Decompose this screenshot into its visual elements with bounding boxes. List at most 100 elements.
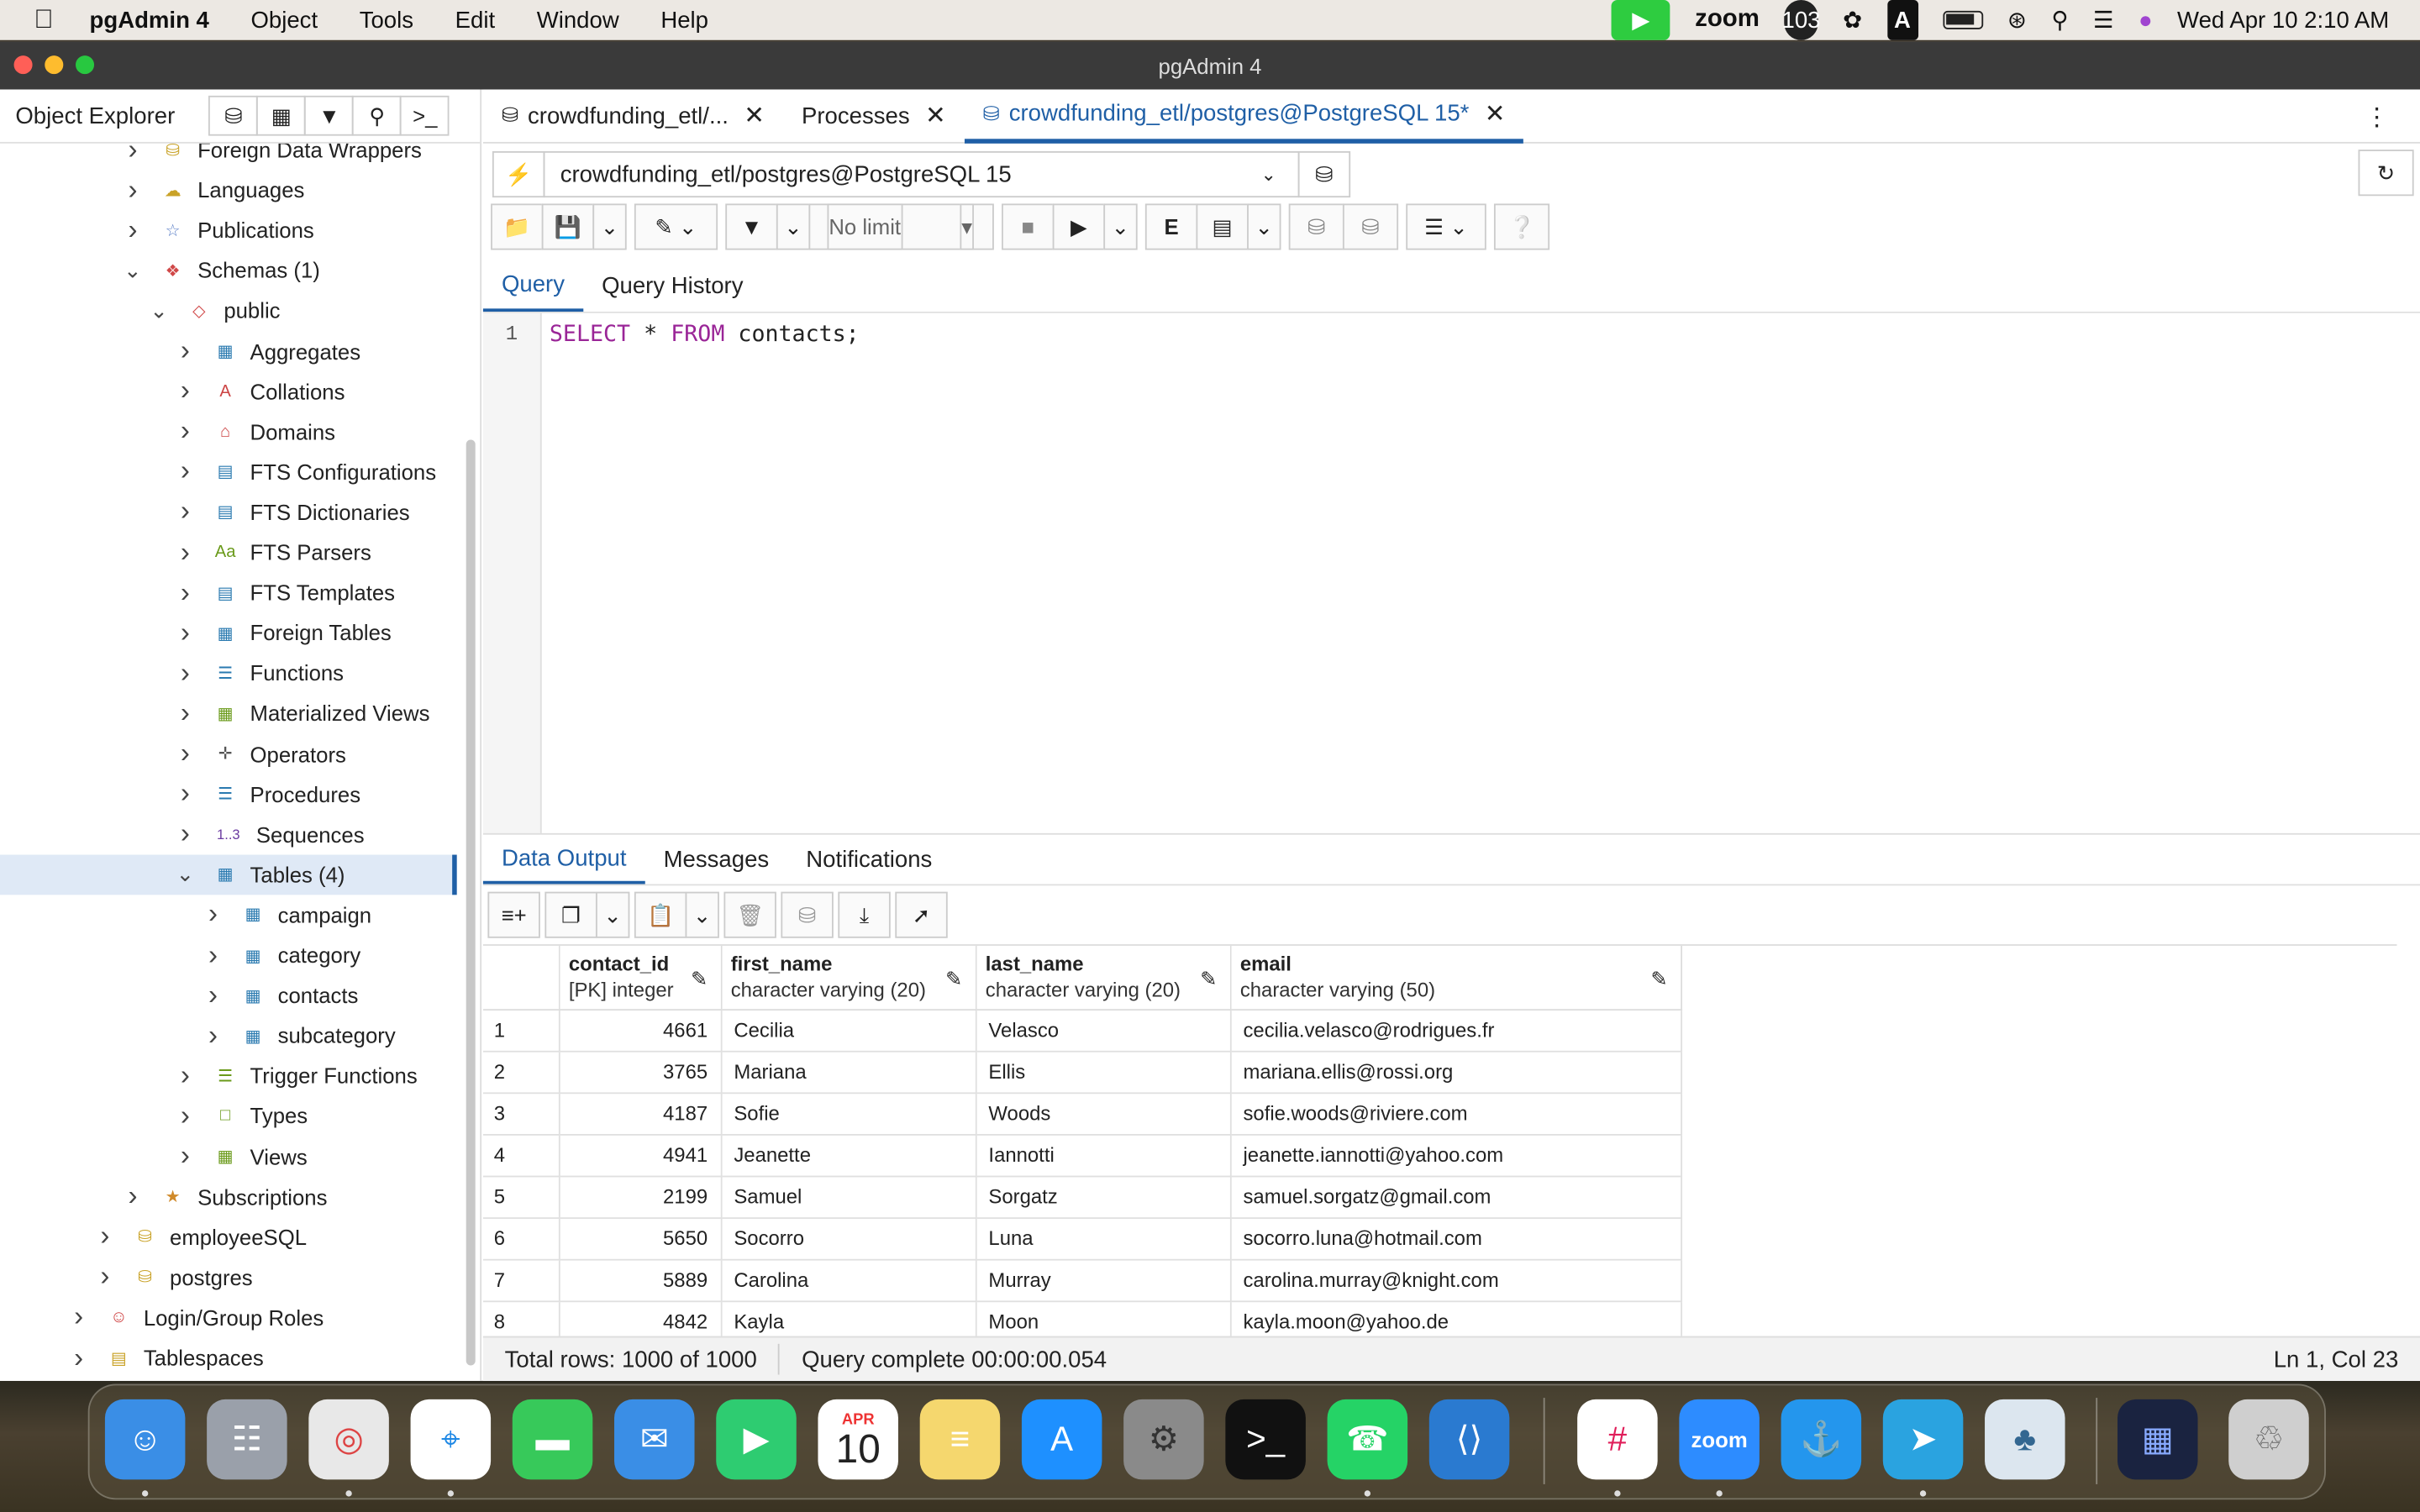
tree-node-employeesql[interactable]: › ⛁ employeeSQL bbox=[96, 1217, 307, 1257]
tree-node-campaign[interactable]: › ▦ campaign bbox=[203, 895, 371, 935]
table-cell[interactable]: 3765 bbox=[558, 1050, 722, 1094]
table-row[interactable]: 8 4842 Kayla Moon kayla.moon@yahoo.de bbox=[482, 1300, 1682, 1336]
chevron-right-icon[interactable]: › bbox=[176, 455, 194, 488]
tree-node-login-group-roles[interactable]: › ☺ Login/Group Roles bbox=[70, 1297, 324, 1337]
tree-node-foreign-data-wrappers[interactable]: › ⛁ Foreign Data Wrappers bbox=[124, 144, 421, 170]
view-data-icon[interactable]: ▦ bbox=[256, 95, 307, 136]
table-row[interactable]: 5 2199 Samuel Sorgatz samuel.sorgatz@gmail.c… bbox=[482, 1175, 1682, 1219]
commit-icon[interactable]: ⛁ bbox=[1288, 203, 1344, 250]
tree-node-operators[interactable]: › ✛ Operators bbox=[176, 733, 346, 774]
explain-icon[interactable]: E bbox=[1144, 203, 1198, 250]
more-options-icon[interactable]: ⋮ bbox=[2365, 102, 2389, 133]
tree-node-languages[interactable]: › ☁ Languages bbox=[124, 170, 304, 210]
execute-play-icon[interactable]: ▶ bbox=[1052, 203, 1106, 250]
explain-analyze-icon[interactable]: ▤ bbox=[1196, 203, 1249, 250]
chevron-right-icon[interactable]: › bbox=[176, 697, 194, 730]
menu-help[interactable]: Help bbox=[660, 7, 708, 33]
edit-pencil-icon[interactable]: ✎ ⌄ bbox=[634, 203, 718, 250]
zoom-camera-icon[interactable]: ▶ bbox=[1611, 0, 1670, 40]
table-cell[interactable]: 4842 bbox=[558, 1300, 722, 1336]
table-cell[interactable]: 2199 bbox=[558, 1175, 722, 1219]
chevron-down-icon[interactable]: ⌄ bbox=[685, 891, 719, 938]
filter-icon[interactable]: ▼ bbox=[725, 203, 778, 250]
table-cell[interactable]: Sofie bbox=[720, 1092, 976, 1135]
search-objects-icon[interactable]: ⚲ bbox=[352, 95, 402, 136]
menu-object[interactable]: Object bbox=[250, 7, 318, 33]
tab-processes[interactable]: Processes ✕ bbox=[783, 89, 965, 143]
mail-icon[interactable]: ✉ bbox=[614, 1399, 695, 1480]
connection-select[interactable]: crowdfunding_etl/postgres@PostgreSQL 15 … bbox=[543, 151, 1300, 198]
menu-tools[interactable]: Tools bbox=[360, 7, 413, 33]
close-icon[interactable]: ✕ bbox=[744, 100, 765, 131]
chevron-right-icon[interactable]: › bbox=[96, 1221, 114, 1253]
table-cell[interactable]: Velasco bbox=[975, 1009, 1231, 1052]
tree-node-collations[interactable]: › A Collations bbox=[176, 371, 345, 412]
chevron-right-icon[interactable]: › bbox=[176, 576, 194, 609]
menu-app-name[interactable]: pgAdmin 4 bbox=[90, 7, 209, 33]
chevron-right-icon[interactable]: › bbox=[203, 979, 222, 1012]
close-icon[interactable]: ✕ bbox=[925, 100, 946, 131]
minimize-window-button[interactable] bbox=[45, 55, 64, 75]
wifi-icon[interactable]: ⊛ bbox=[2007, 0, 2027, 40]
edit-column-icon[interactable]: ✎ bbox=[945, 968, 962, 992]
control-center-leaf-icon[interactable]: ✿ bbox=[1843, 0, 1862, 40]
chevron-right-icon[interactable]: › bbox=[203, 1020, 222, 1053]
vscode-icon[interactable]: ⟨⟩ bbox=[1428, 1399, 1510, 1480]
tree-node-schemas-1[interactable]: ⌄ ❖ Schemas (1) bbox=[124, 250, 320, 291]
tree-node-materialized-views[interactable]: › ▦ Materialized Views bbox=[176, 693, 430, 733]
help-icon[interactable]: ❔ bbox=[1493, 203, 1550, 250]
reset-layout-icon[interactable]: ↻ bbox=[2358, 150, 2414, 197]
tree-node-fts-parsers[interactable]: › Aa FTS Parsers bbox=[176, 533, 371, 573]
trash-icon[interactable]: ♲ bbox=[2228, 1399, 2309, 1480]
table-cell[interactable]: 4187 bbox=[558, 1092, 722, 1135]
chevron-down-icon[interactable]: ⌄ bbox=[176, 861, 195, 887]
tree-node-types[interactable]: › □ Types bbox=[176, 1096, 308, 1137]
tree-node-category[interactable]: › ▦ category bbox=[203, 935, 360, 975]
whatsapp-icon[interactable]: ☎ bbox=[1327, 1399, 1408, 1480]
tree-node-publications[interactable]: › ☆ Publications bbox=[124, 210, 313, 250]
macros-list-icon[interactable]: ☰ ⌄ bbox=[1406, 203, 1486, 250]
tab-crowdfunding-etl[interactable]: ⛁ crowdfunding_etl/... ✕ bbox=[483, 89, 783, 143]
notes-icon[interactable]: ≡ bbox=[919, 1399, 1001, 1480]
table-cell[interactable]: Iannotti bbox=[975, 1134, 1231, 1177]
row-limit-select[interactable]: No limit ▾ bbox=[808, 203, 994, 250]
table-cell[interactable]: mariana.ellis@rossi.org bbox=[1229, 1050, 1682, 1094]
edit-column-icon[interactable]: ✎ bbox=[1651, 968, 1668, 992]
notification-badge-icon[interactable]: 103 bbox=[1782, 0, 1820, 40]
column-header-first-name[interactable]: first_name character varying (20) ✎ bbox=[720, 945, 976, 1011]
table-cell[interactable]: Moon bbox=[975, 1300, 1231, 1336]
zoom-window-button[interactable] bbox=[76, 55, 95, 75]
chevron-right-icon[interactable]: › bbox=[176, 617, 194, 649]
chevron-right-icon[interactable]: › bbox=[203, 939, 222, 972]
tree-node-procedures[interactable]: › ☰ Procedures bbox=[176, 774, 360, 814]
pgadmin-icon[interactable]: ♣ bbox=[1985, 1399, 2065, 1480]
chevron-down-icon[interactable]: ⌄ bbox=[1103, 203, 1138, 250]
apple-icon[interactable]:  bbox=[34, 6, 58, 32]
tree-scrollbar[interactable] bbox=[463, 144, 478, 1381]
filter-rows-icon[interactable]: ▼ bbox=[304, 95, 355, 136]
chevron-right-icon[interactable]: › bbox=[124, 214, 142, 247]
battery-icon[interactable] bbox=[1942, 0, 1983, 40]
table-cell[interactable]: Cecilia bbox=[720, 1009, 976, 1052]
chevron-right-icon[interactable]: › bbox=[176, 375, 194, 407]
chevron-right-icon[interactable]: › bbox=[124, 1180, 142, 1213]
input-source-icon[interactable]: A bbox=[1886, 0, 1918, 40]
tree-scroll-thumb[interactable] bbox=[466, 439, 476, 1366]
edit-column-icon[interactable]: ✎ bbox=[691, 968, 708, 992]
table-cell[interactable]: Ellis bbox=[975, 1050, 1231, 1094]
copy-icon[interactable]: ❐ bbox=[544, 891, 597, 938]
tree-node-tablespaces[interactable]: › ▤ Tablespaces bbox=[70, 1337, 264, 1378]
chevron-right-icon[interactable]: › bbox=[176, 818, 194, 851]
facetime-icon[interactable]: ▶ bbox=[716, 1399, 797, 1480]
sql-editor[interactable]: 1 SELECT * FROM contacts; bbox=[482, 312, 2420, 833]
add-row-icon[interactable]: ≡+ bbox=[487, 891, 540, 938]
clock-datetime[interactable]: Wed Apr 10 2:10 AM bbox=[2177, 0, 2389, 40]
table-row[interactable]: 4 4941 Jeanette Iannotti jeanette.iannotti@y… bbox=[482, 1134, 1682, 1177]
system-settings-icon[interactable]: ⚙ bbox=[1123, 1399, 1204, 1480]
siri-icon[interactable]: ● bbox=[2139, 0, 2153, 40]
table-cell[interactable]: samuel.sorgatz@gmail.com bbox=[1229, 1175, 1682, 1219]
connection-status-icon[interactable]: ⚡ bbox=[492, 151, 545, 198]
tree-node-fts-configurations[interactable]: › ▤ FTS Configurations bbox=[176, 452, 436, 492]
menu-edit[interactable]: Edit bbox=[455, 7, 495, 33]
tab-data-output[interactable]: Data Output bbox=[482, 835, 645, 885]
